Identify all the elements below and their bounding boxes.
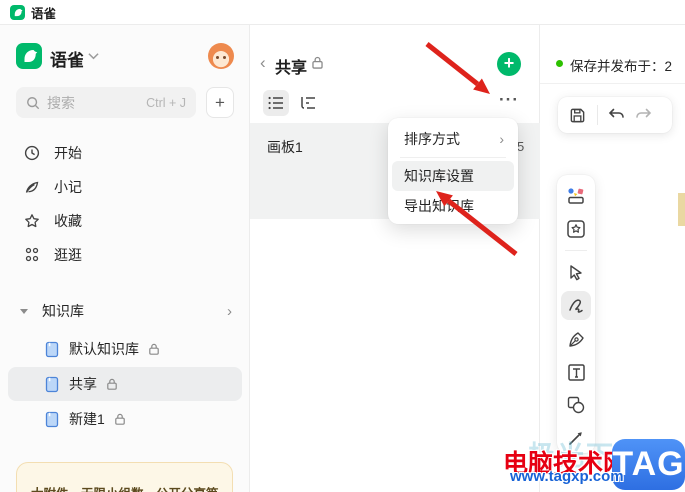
context-menu: 排序方式 › 知识库设置 导出知识库: [388, 118, 518, 224]
watermark-site-url: www.tagxp.com: [510, 468, 624, 485]
sidebar-book-new1[interactable]: 新建1: [8, 402, 242, 436]
history-toolbar: [558, 97, 672, 133]
toolbar-divider: [565, 250, 587, 252]
more-options-button[interactable]: ···: [496, 87, 522, 113]
search-shortcut: Ctrl + J: [146, 95, 186, 110]
save-button[interactable]: [564, 102, 590, 128]
chevron-down-icon[interactable]: [88, 52, 99, 60]
canvas-note-edge: [678, 193, 685, 226]
search-icon: [26, 96, 40, 110]
feather-icon: [24, 179, 40, 195]
app-title: 语雀: [31, 6, 57, 21]
document-date-partial: 5: [517, 139, 525, 154]
redo-button[interactable]: [630, 102, 656, 128]
editor-panel: 保存并发布于：2: [540, 25, 685, 492]
submenu-chevron-icon: ›: [499, 131, 504, 147]
book-label: 新建1: [69, 411, 105, 427]
sidebar-item-start[interactable]: 开始: [8, 136, 242, 170]
menu-item-export-kb[interactable]: 导出知识库: [392, 191, 514, 221]
book-panel-title: 共享: [275, 60, 308, 77]
sidebar: 语雀 搜索 Ctrl + J + 开始 小记 收藏 逛逛 知识库 › 默认知识库…: [0, 25, 250, 492]
menu-item-label: 导出知识库: [404, 198, 474, 214]
plus-icon: +: [215, 92, 225, 112]
avatar[interactable]: [208, 43, 234, 69]
new-document-button[interactable]: +: [206, 87, 234, 118]
menu-item-kb-settings[interactable]: 知识库设置: [392, 161, 514, 191]
add-content-button[interactable]: +: [497, 52, 521, 76]
sidebar-item-label: 开始: [54, 145, 82, 161]
sidebar-section-knowledge-base[interactable]: 知识库 ›: [8, 295, 242, 327]
sidebar-item-favorites[interactable]: 收藏: [8, 204, 242, 238]
drawing-toolbar: [557, 175, 595, 453]
sidebar-item-notes[interactable]: 小记: [8, 170, 242, 204]
pen-tool-button[interactable]: [561, 324, 591, 353]
menu-item-label: 排序方式: [404, 131, 460, 147]
expander-triangle-icon[interactable]: [20, 308, 28, 314]
book-label: 默认知识库: [69, 341, 139, 357]
marker-tool-button[interactable]: [561, 291, 591, 321]
sidebar-item-label: 收藏: [54, 213, 82, 229]
book-icon: [44, 341, 60, 358]
workspace-name[interactable]: 语雀: [50, 46, 84, 71]
star-icon: [24, 213, 40, 229]
chevron-right-icon[interactable]: ›: [227, 303, 232, 320]
sidebar-item-explore[interactable]: 逛逛: [8, 238, 242, 272]
search-input[interactable]: 搜索 Ctrl + J: [16, 87, 196, 118]
promo-banner[interactable]: 大附件、无限小组数、公开分享等: [16, 462, 233, 492]
lock-icon: [114, 413, 126, 426]
promo-banner-text: 大附件、无限小组数、公开分享等: [31, 487, 219, 492]
list-view-button[interactable]: [263, 90, 289, 116]
back-chevron-icon[interactable]: ‹: [260, 53, 266, 73]
menu-item-label: 知识库设置: [404, 168, 474, 184]
clock-icon: [24, 145, 40, 161]
book-panel: ‹ 共享 + ··· 画板1 5: [250, 25, 540, 492]
menu-divider: [400, 157, 506, 158]
sidebar-book-default[interactable]: 默认知识库: [8, 332, 242, 366]
section-label: 知识库: [42, 303, 84, 319]
sidebar-item-label: 逛逛: [54, 247, 82, 263]
frame-button[interactable]: [561, 214, 591, 243]
book-label: 共享: [69, 376, 97, 392]
sidebar-book-shared[interactable]: 共享: [8, 367, 242, 401]
select-tool-button[interactable]: [561, 258, 591, 287]
lock-icon: [106, 378, 118, 391]
lock-icon: [311, 56, 324, 70]
sidebar-item-label: 小记: [54, 179, 82, 195]
panel-divider: [540, 83, 685, 84]
menu-item-sort-order[interactable]: 排序方式 ›: [392, 124, 514, 154]
window-titlebar: 语雀: [0, 0, 685, 25]
search-placeholder: 搜索: [47, 94, 75, 111]
undo-button[interactable]: [604, 102, 630, 128]
plus-icon: +: [503, 53, 515, 73]
explore-icon: [24, 247, 40, 263]
book-icon: [44, 376, 60, 393]
save-status-text: 保存并发布于：2: [570, 59, 673, 74]
yuque-logo-icon: [10, 4, 25, 20]
book-icon: [44, 411, 60, 428]
text-tool-button[interactable]: [561, 358, 591, 387]
tree-view-button[interactable]: [295, 90, 321, 116]
toolbar-divider: [597, 105, 598, 125]
yuque-logo-icon[interactable]: [16, 43, 42, 69]
shapes-tool-button[interactable]: [561, 391, 591, 420]
document-title: 画板1: [267, 139, 303, 155]
saved-status-dot: [556, 60, 563, 67]
lock-icon: [148, 343, 160, 356]
insert-elements-button[interactable]: [561, 181, 591, 210]
